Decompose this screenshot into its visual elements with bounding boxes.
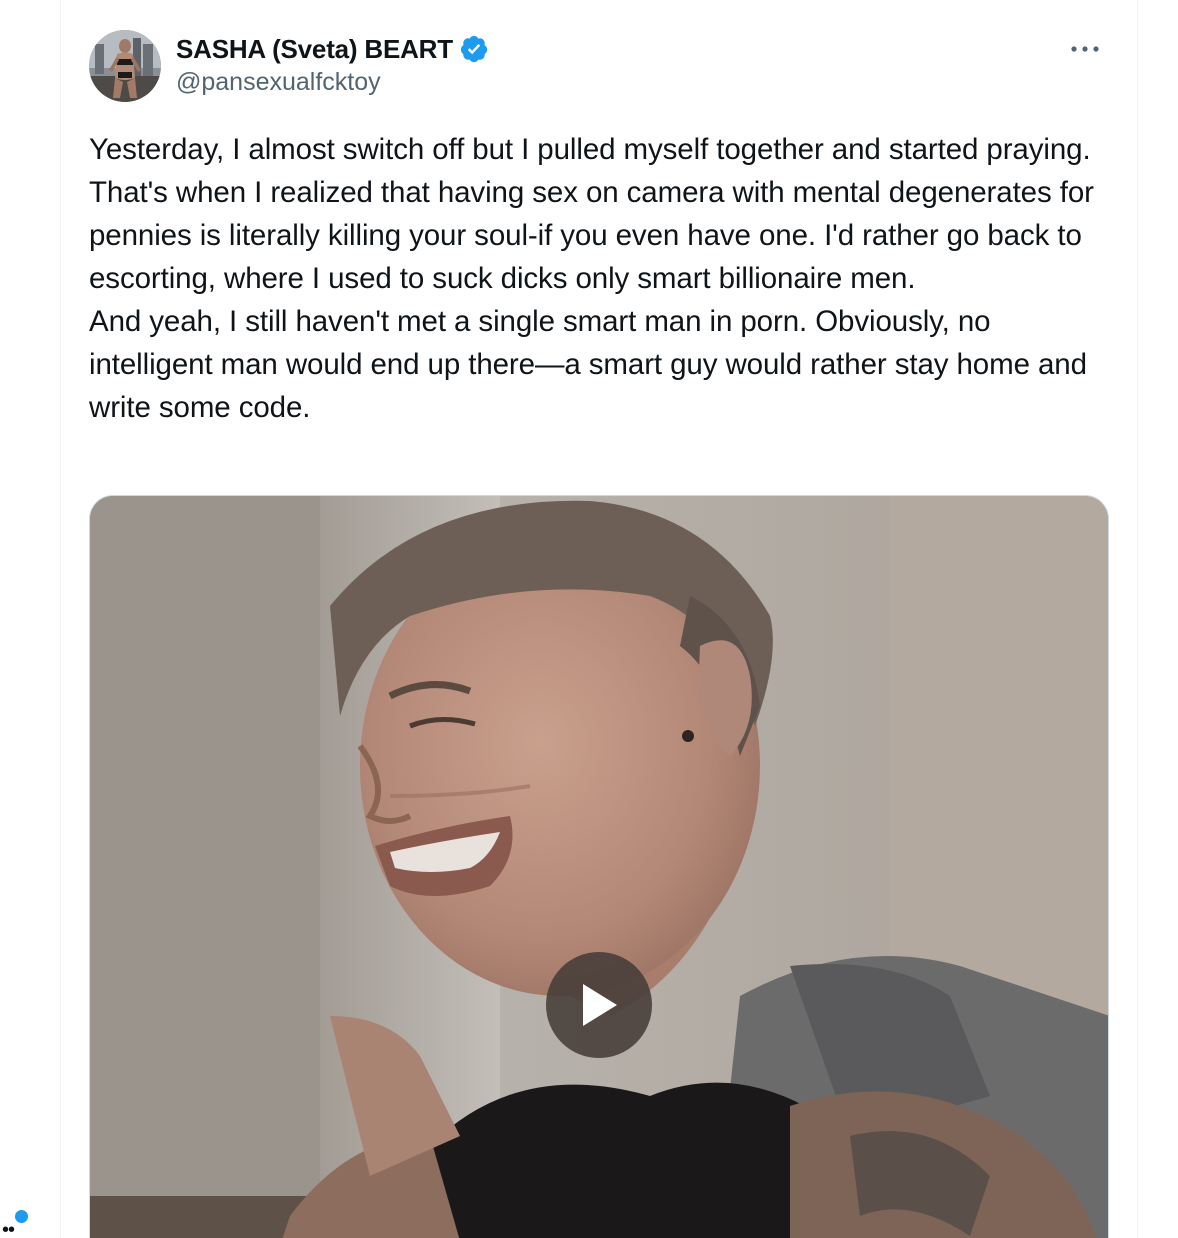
avatar-image [89,30,161,102]
left-rail: •• [0,0,60,1238]
tweet-header: SASHA (Sveta) BEART @pansexualfcktoy [89,30,1109,104]
display-name-row: SASHA (Sveta) BEART [176,32,489,66]
more-horizontal-icon[interactable] [1065,34,1105,64]
tweet-text-paragraph: Yesterday, I almost switch off but I pul… [89,133,1094,295]
avatar[interactable] [89,30,161,102]
handle[interactable]: @pansexualfcktoy [176,68,489,97]
more-dots-icon[interactable]: •• [2,1220,15,1238]
tweet-card: SASHA (Sveta) BEART @pansexualfcktoy Yes… [60,0,1138,1238]
author-block: SASHA (Sveta) BEART @pansexualfcktoy [176,32,489,97]
page: •• SASHA (Sveta) BEART @pansexualfcktoy … [0,0,1178,1238]
tweet-text-paragraph: And yeah, I still haven't met a single s… [89,305,1087,424]
play-icon[interactable] [546,952,652,1058]
tweet-video[interactable] [89,495,1109,1238]
video-thumbnail [90,496,1108,1238]
notification-dot [15,1210,28,1223]
display-name[interactable]: SASHA (Sveta) BEART [176,34,453,65]
verified-badge-icon[interactable] [459,34,489,64]
tweet-text: Yesterday, I almost switch off but I pul… [89,128,1119,429]
